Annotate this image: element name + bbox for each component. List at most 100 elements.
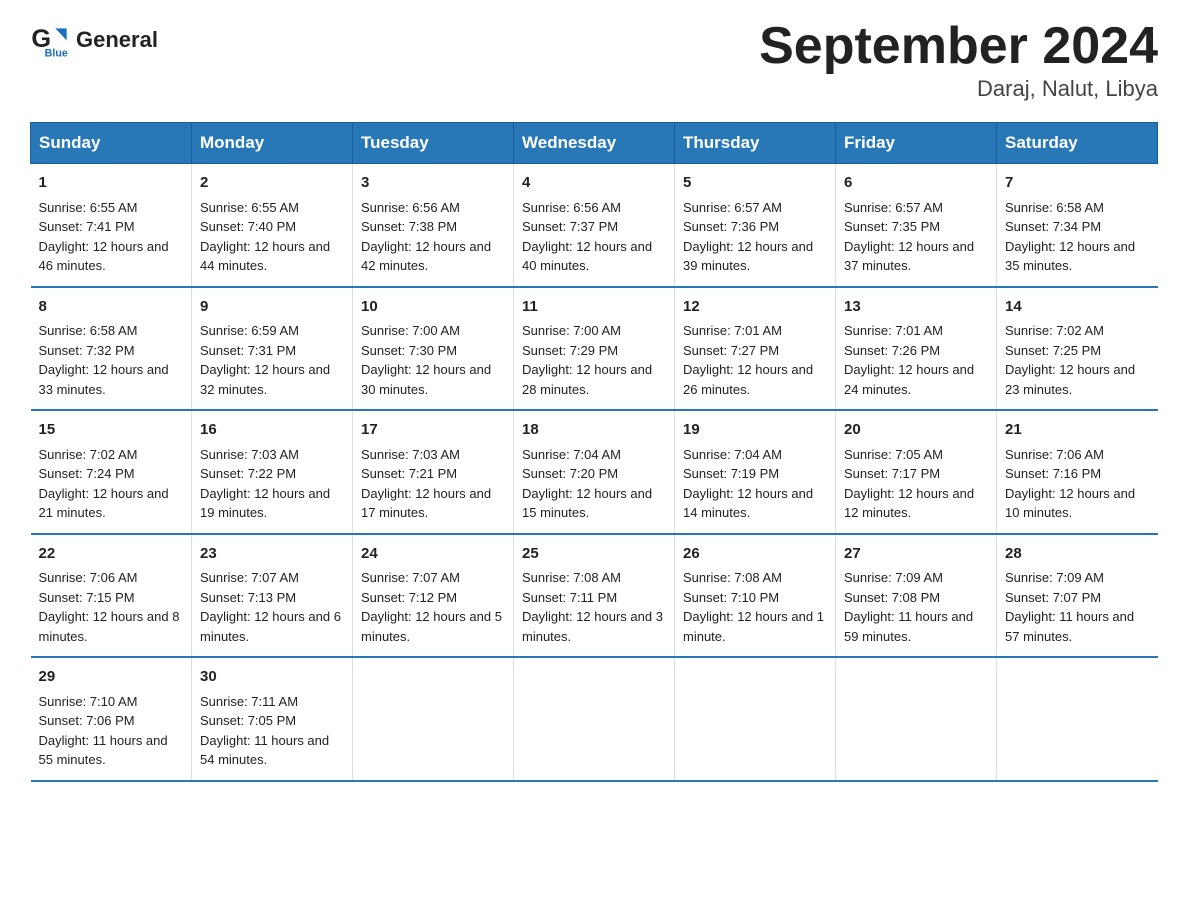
calendar-day-cell: 17 Sunrise: 7:03 AMSunset: 7:21 PMDayligh… xyxy=(353,410,514,534)
day-number: 15 xyxy=(39,419,184,442)
calendar-day-cell xyxy=(675,657,836,781)
day-number: 26 xyxy=(683,543,827,566)
calendar-week-row: 29Sunrise: 7:10 AMSunset: 7:06 PMDayligh… xyxy=(31,657,1158,781)
day-info: Sunrise: 6:56 AMSunset: 7:38 PMDaylight:… xyxy=(361,198,505,276)
calendar-week-row: 22Sunrise: 7:06 AMSunset: 7:15 PMDayligh… xyxy=(31,534,1158,658)
day-info: Sunrise: 7:00 AMSunset: 7:29 PMDaylight:… xyxy=(522,321,666,399)
day-info: Sunrise: 7:03 AMSunset: 7:21 PMDaylight:… xyxy=(361,445,505,523)
day-info: Sunrise: 6:55 AMSunset: 7:40 PMDaylight:… xyxy=(200,198,344,276)
day-number: 8 xyxy=(39,296,184,319)
day-number: 20 xyxy=(844,419,988,442)
calendar-day-cell: 2 Sunrise: 6:55 AMSunset: 7:40 PMDaylight… xyxy=(192,164,353,287)
day-number: 6 xyxy=(844,172,988,195)
calendar-day-cell: 5 Sunrise: 6:57 AMSunset: 7:36 PMDaylight… xyxy=(675,164,836,287)
calendar-day-cell: 27Sunrise: 7:09 AMSunset: 7:08 PMDayligh… xyxy=(836,534,997,658)
calendar-day-cell: 13Sunrise: 7:01 AMSunset: 7:26 PMDayligh… xyxy=(836,287,997,411)
calendar-day-cell: 20 Sunrise: 7:05 AMSunset: 7:17 PMDayligh… xyxy=(836,410,997,534)
svg-text:Blue: Blue xyxy=(45,47,68,59)
day-info: Sunrise: 6:58 AMSunset: 7:32 PMDaylight:… xyxy=(39,321,184,399)
day-info: Sunrise: 7:03 AMSunset: 7:22 PMDaylight:… xyxy=(200,445,344,523)
day-number: 2 xyxy=(200,172,344,195)
day-number: 13 xyxy=(844,296,988,319)
calendar-day-cell: 15 Sunrise: 7:02 AMSunset: 7:24 PMDayligh… xyxy=(31,410,192,534)
logo: G Blue General xyxy=(30,20,158,60)
day-info: Sunrise: 7:08 AMSunset: 7:11 PMDaylight:… xyxy=(522,568,666,646)
calendar-day-cell: 19 Sunrise: 7:04 AMSunset: 7:19 PMDayligh… xyxy=(675,410,836,534)
col-friday: Friday xyxy=(836,123,997,164)
calendar-day-cell: 10Sunrise: 7:00 AMSunset: 7:30 PMDayligh… xyxy=(353,287,514,411)
calendar-day-cell: 28Sunrise: 7:09 AMSunset: 7:07 PMDayligh… xyxy=(997,534,1158,658)
calendar-day-cell: 26Sunrise: 7:08 AMSunset: 7:10 PMDayligh… xyxy=(675,534,836,658)
day-number: 21 xyxy=(1005,419,1150,442)
header-row: Sunday Monday Tuesday Wednesday Thursday… xyxy=(31,123,1158,164)
day-info: Sunrise: 7:11 AMSunset: 7:05 PMDaylight:… xyxy=(200,692,344,770)
calendar-day-cell: 3 Sunrise: 6:56 AMSunset: 7:38 PMDaylight… xyxy=(353,164,514,287)
day-number: 24 xyxy=(361,543,505,566)
day-info: Sunrise: 7:07 AMSunset: 7:13 PMDaylight:… xyxy=(200,568,344,646)
day-info: Sunrise: 7:04 AMSunset: 7:20 PMDaylight:… xyxy=(522,445,666,523)
calendar-day-cell: 23Sunrise: 7:07 AMSunset: 7:13 PMDayligh… xyxy=(192,534,353,658)
day-number: 9 xyxy=(200,296,344,319)
calendar-day-cell: 22Sunrise: 7:06 AMSunset: 7:15 PMDayligh… xyxy=(31,534,192,658)
calendar-day-cell: 14Sunrise: 7:02 AMSunset: 7:25 PMDayligh… xyxy=(997,287,1158,411)
day-info: Sunrise: 7:10 AMSunset: 7:06 PMDaylight:… xyxy=(39,692,184,770)
calendar-day-cell: 9Sunrise: 6:59 AMSunset: 7:31 PMDaylight… xyxy=(192,287,353,411)
calendar-header: Sunday Monday Tuesday Wednesday Thursday… xyxy=(31,123,1158,164)
day-number: 16 xyxy=(200,419,344,442)
calendar-day-cell: 6 Sunrise: 6:57 AMSunset: 7:35 PMDaylight… xyxy=(836,164,997,287)
calendar-day-cell: 30 Sunrise: 7:11 AMSunset: 7:05 PMDayligh… xyxy=(192,657,353,781)
calendar-day-cell: 11Sunrise: 7:00 AMSunset: 7:29 PMDayligh… xyxy=(514,287,675,411)
day-info: Sunrise: 6:55 AMSunset: 7:41 PMDaylight:… xyxy=(39,198,184,276)
calendar-day-cell: 1 Sunrise: 6:55 AMSunset: 7:41 PMDaylight… xyxy=(31,164,192,287)
day-info: Sunrise: 7:04 AMSunset: 7:19 PMDaylight:… xyxy=(683,445,827,523)
page-header: G Blue General September 2024 Daraj, Nal… xyxy=(30,20,1158,102)
calendar-day-cell xyxy=(997,657,1158,781)
day-info: Sunrise: 7:07 AMSunset: 7:12 PMDaylight:… xyxy=(361,568,505,646)
day-number: 27 xyxy=(844,543,988,566)
location-subtitle: Daraj, Nalut, Libya xyxy=(759,76,1158,102)
day-number: 23 xyxy=(200,543,344,566)
day-number: 10 xyxy=(361,296,505,319)
day-info: Sunrise: 7:01 AMSunset: 7:27 PMDaylight:… xyxy=(683,321,827,399)
calendar-day-cell: 16 Sunrise: 7:03 AMSunset: 7:22 PMDayligh… xyxy=(192,410,353,534)
calendar-day-cell: 7 Sunrise: 6:58 AMSunset: 7:34 PMDaylight… xyxy=(997,164,1158,287)
day-info: Sunrise: 6:57 AMSunset: 7:36 PMDaylight:… xyxy=(683,198,827,276)
calendar-week-row: 15 Sunrise: 7:02 AMSunset: 7:24 PMDayligh… xyxy=(31,410,1158,534)
day-number: 19 xyxy=(683,419,827,442)
day-info: Sunrise: 7:06 AMSunset: 7:15 PMDaylight:… xyxy=(39,568,184,646)
calendar-day-cell: 18 Sunrise: 7:04 AMSunset: 7:20 PMDayligh… xyxy=(514,410,675,534)
day-info: Sunrise: 7:05 AMSunset: 7:17 PMDaylight:… xyxy=(844,445,988,523)
day-info: Sunrise: 7:00 AMSunset: 7:30 PMDaylight:… xyxy=(361,321,505,399)
title-block: September 2024 Daraj, Nalut, Libya xyxy=(759,20,1158,102)
calendar-day-cell: 21Sunrise: 7:06 AMSunset: 7:16 PMDayligh… xyxy=(997,410,1158,534)
day-info: Sunrise: 6:57 AMSunset: 7:35 PMDaylight:… xyxy=(844,198,988,276)
day-number: 30 xyxy=(200,666,344,689)
calendar-body: 1 Sunrise: 6:55 AMSunset: 7:41 PMDaylight… xyxy=(31,164,1158,781)
day-info: Sunrise: 6:56 AMSunset: 7:37 PMDaylight:… xyxy=(522,198,666,276)
day-number: 17 xyxy=(361,419,505,442)
calendar-day-cell: 29Sunrise: 7:10 AMSunset: 7:06 PMDayligh… xyxy=(31,657,192,781)
col-thursday: Thursday xyxy=(675,123,836,164)
calendar-day-cell xyxy=(353,657,514,781)
calendar-day-cell: 24Sunrise: 7:07 AMSunset: 7:12 PMDayligh… xyxy=(353,534,514,658)
day-info: Sunrise: 7:02 AMSunset: 7:24 PMDaylight:… xyxy=(39,445,184,523)
day-number: 22 xyxy=(39,543,184,566)
calendar-day-cell: 12Sunrise: 7:01 AMSunset: 7:27 PMDayligh… xyxy=(675,287,836,411)
day-number: 3 xyxy=(361,172,505,195)
col-wednesday: Wednesday xyxy=(514,123,675,164)
day-info: Sunrise: 7:09 AMSunset: 7:08 PMDaylight:… xyxy=(844,568,988,646)
day-number: 14 xyxy=(1005,296,1150,319)
day-number: 11 xyxy=(522,296,666,319)
day-number: 5 xyxy=(683,172,827,195)
day-info: Sunrise: 7:09 AMSunset: 7:07 PMDaylight:… xyxy=(1005,568,1150,646)
col-monday: Monday xyxy=(192,123,353,164)
day-info: Sunrise: 6:58 AMSunset: 7:34 PMDaylight:… xyxy=(1005,198,1150,276)
day-info: Sunrise: 7:01 AMSunset: 7:26 PMDaylight:… xyxy=(844,321,988,399)
col-saturday: Saturday xyxy=(997,123,1158,164)
day-number: 7 xyxy=(1005,172,1150,195)
day-number: 4 xyxy=(522,172,666,195)
day-number: 1 xyxy=(39,172,184,195)
logo-text-general: General xyxy=(76,28,158,52)
day-number: 28 xyxy=(1005,543,1150,566)
day-number: 18 xyxy=(522,419,666,442)
